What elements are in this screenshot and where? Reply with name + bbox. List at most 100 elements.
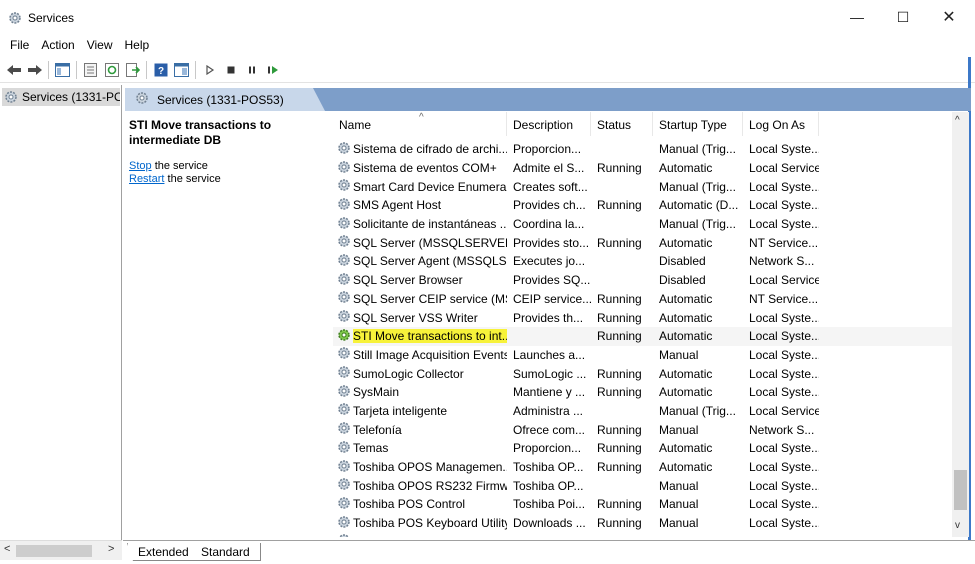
cell-startup-type: Automatic [659, 441, 713, 456]
tree-item-services[interactable]: Services (1331-PO [2, 88, 120, 106]
refresh-icon[interactable] [101, 60, 122, 80]
service-gear-icon [337, 197, 351, 214]
cell-name: Temas [333, 440, 507, 457]
table-row[interactable]: Toshiba OPOS RS232 Firmw... Toshiba OP...… [333, 476, 953, 495]
cell-name: SumoLogic Collector [333, 365, 507, 382]
column-header-description[interactable]: Description [507, 112, 591, 136]
cell-name: Sistema de cifrado de archi... [333, 141, 507, 158]
scroll-right-icon[interactable]: > [108, 543, 114, 555]
restart-service-link[interactable]: Restart [129, 173, 164, 185]
service-gear-icon [337, 496, 351, 513]
column-header-startup-type[interactable]: Startup Type [653, 112, 743, 136]
horizontal-scrollbar[interactable]: < > [0, 540, 122, 560]
cell-log-on-as: Local Syste... [749, 347, 819, 362]
minimize-button[interactable]: — [834, 0, 880, 34]
menu-file[interactable]: File [4, 38, 35, 52]
cell-name: SQL Server CEIP service (MS... [333, 290, 507, 307]
scroll-up-icon[interactable]: ^ [955, 115, 960, 126]
table-row[interactable]: Toshiba POS Keyboard Utility Downloads ..… [333, 514, 953, 533]
cell-description: Provides sto... [513, 235, 590, 250]
cell-name: Tarjeta inteligente [333, 402, 507, 419]
pane-header: Services (1331-POS53) [125, 88, 971, 111]
cell-log-on-as: Local Syste... [749, 179, 819, 194]
cell-startup-type: Automatic [659, 385, 713, 400]
table-row[interactable]: SQL Server (MSSQLSERVER) Provides sto... R… [333, 233, 953, 252]
cell-status: Running [597, 441, 642, 456]
cell-description: Administra ... [513, 403, 584, 418]
table-row[interactable]: Sistema de eventos COM+ Admite el S... Run… [333, 159, 953, 178]
table-row[interactable]: Toshiba POS Startup ControlToshiba PO...… [333, 532, 953, 537]
table-row[interactable]: SQL Server VSS Writer Provides th... Runni… [333, 308, 953, 327]
service-gear-icon [337, 160, 351, 177]
service-gear-icon [337, 384, 351, 401]
service-name: Toshiba POS Keyboard Utility [353, 516, 507, 531]
service-actions: Stop the service Restart the service [129, 160, 329, 186]
table-row[interactable]: Smart Card Device Enumera... Creates soft… [333, 177, 953, 196]
scroll-down-icon[interactable]: v [955, 520, 960, 531]
cell-description: Toshiba OP... [513, 460, 584, 475]
cell-log-on-as: Local Syste... [749, 385, 819, 400]
forward-arrow-icon[interactable] [24, 60, 45, 80]
stop-service-link[interactable]: Stop [129, 160, 152, 172]
scroll-left-icon[interactable]: < [4, 543, 10, 555]
menu-view[interactable]: View [81, 38, 119, 52]
column-header-name[interactable]: ^ Name [333, 112, 507, 136]
services-list: ^ Name Description Status Startup Type L… [333, 112, 953, 537]
cell-startup-type: Automatic (D... [659, 198, 739, 213]
menu-action[interactable]: Action [35, 38, 80, 52]
table-row[interactable]: STI Move transactions to int... Running Au… [333, 326, 953, 346]
table-row[interactable]: SQL Server CEIP service (MS... CEIP servi… [333, 290, 953, 309]
table-row[interactable]: Toshiba POS Control Toshiba Poi... Running… [333, 495, 953, 514]
column-header-status[interactable]: Status [591, 112, 653, 136]
stop-icon[interactable] [220, 60, 241, 80]
cell-name: SQL Server VSS Writer [333, 309, 507, 326]
show-hide-pane-icon[interactable] [171, 60, 192, 80]
scroll-thumb[interactable] [16, 545, 92, 557]
cell-startup-type: Manual [659, 347, 699, 362]
table-row[interactable]: SQL Server Agent (MSSQLS... Executes jo..… [333, 252, 953, 271]
cell-status: Running [597, 497, 642, 512]
extended-description: STI Move transactions to intermediate DB… [129, 118, 329, 186]
details-pane: Services (1331-POS53) STI Move transacti… [123, 85, 973, 540]
pause-icon[interactable] [241, 60, 262, 80]
vertical-scrollbar[interactable]: ^ v [952, 112, 969, 537]
cell-log-on-as: Local Service [749, 403, 819, 418]
table-row[interactable]: Sistema de cifrado de archi... Proporcion… [333, 140, 953, 159]
tab-extended[interactable]: Extended [127, 543, 199, 561]
cell-log-on-as: Local Syste... [749, 478, 819, 493]
column-header-log-on-as[interactable]: Log On As [743, 112, 819, 136]
list-rows: Sistema de cifrado de archi... Proporcion… [333, 140, 953, 537]
service-gear-icon [337, 141, 351, 158]
table-row[interactable]: Solicitante de instantáneas ... Coordina … [333, 215, 953, 234]
table-row[interactable]: Still Image Acquisition Events Launches a… [333, 346, 953, 365]
close-button[interactable]: ✕ [926, 0, 972, 34]
export-list-icon[interactable] [122, 60, 143, 80]
table-row[interactable]: Tarjeta inteligente Administra ... Manual … [333, 402, 953, 421]
table-row[interactable]: Toshiba OPOS Managemen... Toshiba OP... Ru… [333, 458, 953, 477]
table-row[interactable]: Temas Proporcion... Running Automatic Local … [333, 439, 953, 458]
play-icon[interactable] [199, 60, 220, 80]
table-row[interactable]: SQL Server Browser Provides SQ... Disabled… [333, 271, 953, 290]
tab-standard[interactable]: Standard [191, 543, 261, 561]
service-name: Still Image Acquisition Events [353, 347, 507, 362]
cell-name: Toshiba OPOS Managemen... [333, 459, 507, 476]
cell-description: Ofrece com... [513, 422, 586, 437]
maximize-button[interactable]: ☐ [880, 0, 926, 34]
restart-icon[interactable] [262, 60, 283, 80]
table-row[interactable]: SMS Agent Host Provides ch... Running Autom… [333, 196, 953, 215]
cell-description: Launches a... [513, 347, 586, 362]
menu-help[interactable]: Help [119, 38, 156, 52]
table-row[interactable]: SumoLogic Collector SumoLogic ... Running A… [333, 364, 953, 383]
console-tree-icon[interactable] [52, 60, 73, 80]
cell-startup-type: Manual (Trig... [659, 217, 736, 232]
back-arrow-icon[interactable] [3, 60, 24, 80]
cell-log-on-as: Local Syste... [743, 535, 819, 537]
scroll-thumb[interactable] [954, 470, 967, 510]
properties-sheet-icon[interactable] [80, 60, 101, 80]
table-row[interactable]: SysMain Mantiene y ... Running Automatic Loc… [333, 383, 953, 402]
cell-status: Running [591, 535, 653, 537]
cell-startup-type: Manual (Trig... [659, 179, 736, 194]
help-icon[interactable]: ? [150, 60, 171, 80]
window-title: Services [28, 11, 75, 25]
table-row[interactable]: Telefonía Ofrece com... Running Manual Netwo… [333, 420, 953, 439]
